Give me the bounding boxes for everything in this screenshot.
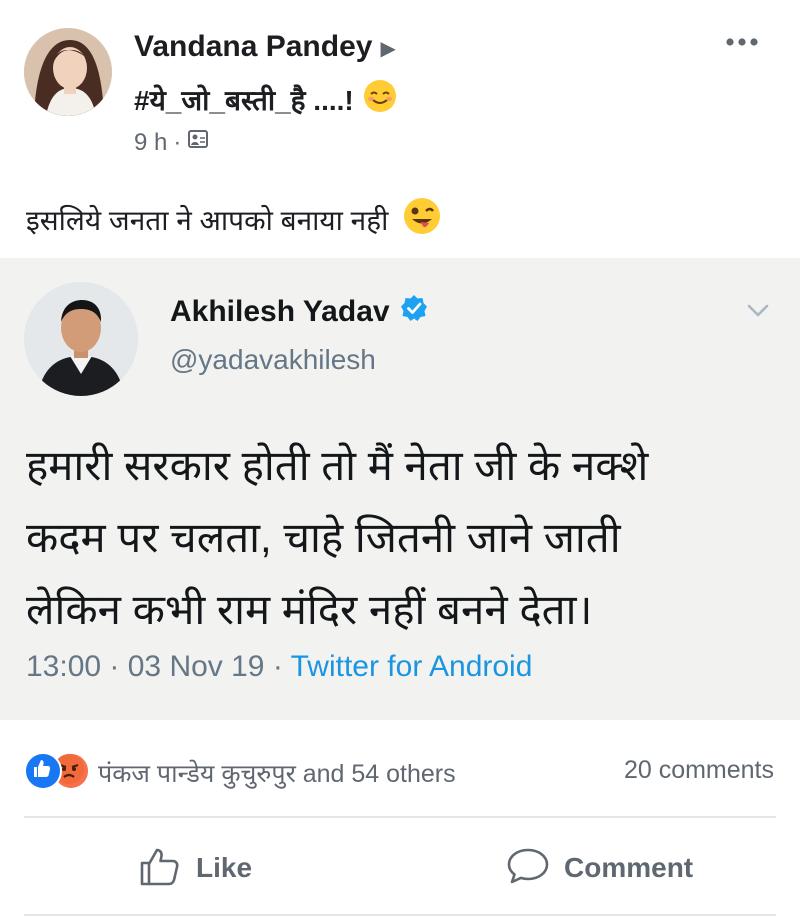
more-options-button[interactable] [722, 30, 762, 54]
tweet-text-line: हमारी सरकार होती तो मैं नेता जी के नक्शे [26, 442, 649, 489]
tweet-text-line: लेकिन कभी राम मंदिर नहीं बनने देता। [26, 586, 593, 633]
comment-bubble-icon [504, 842, 552, 895]
tweet-author-avatar[interactable] [24, 282, 138, 396]
tweet-text: हमारी सरकार होती तो मैं नेता जी के नक्शे… [26, 430, 766, 646]
tweet-author-name[interactable]: Akhilesh Yadav [170, 295, 390, 329]
like-button[interactable]: Like [136, 830, 252, 906]
verified-badge-icon [400, 294, 428, 330]
tweet-timestamp[interactable]: 13:00 · 03 Nov 19 · [26, 650, 283, 683]
like-label: Like [196, 852, 253, 883]
shared-tweet-card[interactable]: Akhilesh Yadav @yadavakhilesh हमारी सरका… [0, 258, 800, 720]
tweet-author-name-row: Akhilesh Yadav [170, 294, 428, 330]
post-caption: इसलिये जनता ने आपको बनाया नही [26, 196, 442, 243]
tweet-source-link[interactable]: Twitter for Android [291, 650, 533, 683]
winking-tongue-emoji-icon [402, 196, 442, 243]
tweet-footer: 13:00 · 03 Nov 19 · Twitter for Android [26, 650, 532, 684]
author-avatar[interactable] [24, 28, 112, 116]
reactions-summary: पंकज पान्डेय कुचुरुपुर and 54 others 20 … [0, 740, 800, 804]
reaction-icons[interactable] [24, 752, 96, 790]
tweet-text-line: कदम पर चलता, चाहे जितनी जाने जाती [26, 514, 621, 561]
facebook-post: Vandana Pandey ▶ #ये_जो_बस्ती_है ....! 9 … [0, 0, 800, 924]
hashtag-line: #ये_जो_बस्ती_है ....! [134, 78, 398, 121]
smiling-emoji-icon [362, 78, 398, 121]
audience-icon [187, 128, 209, 157]
chevron-down-icon[interactable] [744, 296, 772, 324]
hashtag-text[interactable]: #ये_जो_बस्ती_है ....! [134, 81, 354, 119]
tweet-author-handle[interactable]: @yadavakhilesh [170, 344, 376, 376]
post-time[interactable]: 9 h [134, 129, 167, 157]
meta-separator: · [173, 128, 182, 156]
comments-count[interactable]: 20 comments [624, 756, 774, 785]
action-bar: Like Comment [0, 830, 800, 906]
comment-button[interactable]: Comment [504, 830, 693, 906]
thumbs-up-icon [136, 842, 184, 895]
author-name[interactable]: Vandana Pandey [134, 30, 372, 63]
play-arrow-icon: ▶ [380, 37, 396, 60]
divider [24, 816, 776, 818]
like-reaction-icon [24, 752, 62, 790]
comment-label: Comment [564, 852, 694, 883]
post-meta: 9 h · [134, 128, 209, 157]
caption-text: इसलिये जनता ने आपको बनाया नही [26, 204, 389, 236]
reaction-names[interactable]: पंकज पान्डेय कुचुरुपुर and 54 others [98, 756, 456, 790]
post-header: Vandana Pandey ▶ #ये_जो_बस्ती_है ....! 9 … [0, 0, 800, 170]
author-line: Vandana Pandey ▶ [134, 30, 396, 64]
divider [24, 914, 776, 916]
